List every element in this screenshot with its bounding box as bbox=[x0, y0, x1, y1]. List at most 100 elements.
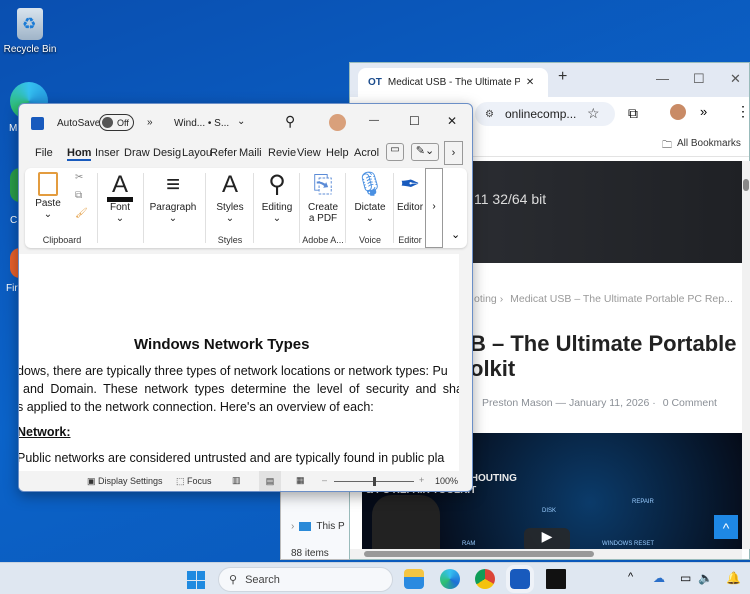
display-settings-button[interactable]: ▣ Display Settings bbox=[87, 476, 163, 487]
paragraph-button[interactable]: ≡ Paragraph ⌄ bbox=[145, 168, 201, 248]
browser-tab[interactable]: OT Medicat USB - The Ultimate Por ✕ bbox=[358, 68, 548, 97]
bookmark-star-icon[interactable]: ☆ bbox=[587, 105, 600, 122]
create-pdf-label: a PDF bbox=[308, 213, 338, 224]
article-title: B – The Ultimate Portable olkit bbox=[470, 331, 737, 381]
close-tab-icon[interactable]: ✕ bbox=[526, 77, 534, 88]
start-button[interactable] bbox=[187, 571, 205, 589]
paragraph-line: Public networks are considered untrusted… bbox=[19, 451, 445, 465]
horizontal-scrollbar[interactable] bbox=[350, 549, 742, 559]
close-button[interactable]: ✕ bbox=[730, 71, 741, 87]
document-title[interactable]: Wind... • S... bbox=[174, 118, 229, 129]
maximize-button[interactable]: ☐ bbox=[409, 114, 420, 128]
nav-this-pc[interactable]: › This P bbox=[291, 521, 345, 532]
cut-icon[interactable]: ✂ bbox=[75, 172, 83, 183]
minimize-button[interactable]: — bbox=[369, 115, 379, 126]
tab-references[interactable]: Refer bbox=[210, 147, 237, 159]
more-commands-icon[interactable]: » bbox=[147, 117, 153, 128]
editing-button[interactable]: ⚲ Editing ⌄ bbox=[255, 168, 299, 248]
search-icon[interactable]: ⚲ bbox=[285, 113, 295, 130]
voice-group: 🎙 Dictate ⌄ Voice bbox=[347, 168, 393, 248]
styles-button[interactable]: A Styles ⌄ bbox=[207, 170, 253, 224]
tab-view[interactable]: View bbox=[297, 147, 321, 159]
network-status-icon[interactable]: ☁ bbox=[653, 571, 665, 585]
play-button-icon[interactable]: ▶ bbox=[524, 528, 570, 549]
print-layout-icon[interactable]: ▤ bbox=[259, 471, 281, 491]
search-box[interactable]: ⚲ Search bbox=[218, 567, 393, 592]
document-page[interactable]: Windows Network Types dows, there are ty… bbox=[19, 254, 459, 472]
editing-mode-button[interactable]: ✎⌄ bbox=[411, 143, 439, 161]
styles-label: Styles bbox=[216, 202, 244, 213]
tab-review[interactable]: Revie bbox=[268, 147, 296, 159]
web-layout-icon[interactable]: ▦ bbox=[296, 475, 305, 486]
collapse-ribbon-icon[interactable]: ⌄ bbox=[451, 228, 460, 241]
desktop-icon-recycle-bin[interactable]: Recycle Bin bbox=[0, 8, 60, 55]
autosave-toggle[interactable]: Off bbox=[99, 114, 134, 131]
show-hidden-icons[interactable]: ^ bbox=[628, 571, 633, 583]
notification-bell-icon[interactable]: 🔔 bbox=[726, 571, 741, 585]
author-link[interactable]: Preston Mason bbox=[482, 397, 553, 409]
editor-button[interactable]: ✒ Editor bbox=[395, 170, 425, 213]
new-tab-button[interactable]: + bbox=[558, 68, 567, 86]
chrome-taskbar-icon[interactable] bbox=[475, 569, 495, 589]
focus-button[interactable]: ⬚ Focus bbox=[176, 476, 212, 487]
site-settings-icon[interactable]: ⚙ bbox=[485, 109, 494, 120]
scroll-tabs-right-button[interactable]: › bbox=[444, 141, 463, 165]
copy-icon[interactable]: ⧉ bbox=[75, 190, 82, 201]
read-mode-icon[interactable]: ▥ bbox=[232, 475, 241, 486]
terminal-taskbar-icon[interactable] bbox=[546, 569, 566, 589]
all-bookmarks-button[interactable]: 🗀 All Bookmarks bbox=[662, 138, 741, 155]
menu-icon[interactable]: ⋮ bbox=[736, 103, 750, 120]
group-label: Clipboard bbox=[42, 235, 82, 245]
scroll-to-top-button[interactable]: ^ bbox=[714, 515, 738, 539]
paste-button[interactable]: Paste ⌄ bbox=[33, 172, 63, 220]
breadcrumb: oting › Medicat USB – The Ultimate Porta… bbox=[474, 293, 733, 305]
comments-link[interactable]: 0 Comment bbox=[663, 397, 717, 409]
word-window[interactable]: AutoSave Off » Wind... • S... ⌄ ⚲ — ☐ ✕ … bbox=[18, 103, 473, 492]
edge-taskbar-icon[interactable] bbox=[440, 569, 460, 589]
paragraph-line: s applied to the network connection. Her… bbox=[19, 400, 374, 414]
tab-insert[interactable]: Inser bbox=[95, 147, 119, 159]
font-button[interactable]: A Font ⌄ bbox=[101, 168, 139, 248]
breadcrumb-link[interactable]: oting bbox=[474, 293, 497, 305]
format-painter-icon[interactable]: 🖌 bbox=[75, 208, 88, 219]
editing-label: Editing bbox=[261, 202, 293, 213]
tab-design[interactable]: Desig bbox=[153, 147, 181, 159]
close-button[interactable]: ✕ bbox=[447, 114, 457, 128]
paragraph-line: and Domain. These network types determin… bbox=[23, 382, 459, 396]
more-tools-icon[interactable]: » bbox=[700, 104, 707, 119]
tab-mailings[interactable]: Maili bbox=[239, 147, 262, 159]
display-icon[interactable]: ▭ bbox=[680, 571, 691, 585]
tab-file[interactable]: File bbox=[35, 147, 53, 159]
desktop-icon-label: Fir bbox=[6, 283, 18, 294]
extensions-icon[interactable]: ⧉ bbox=[628, 105, 638, 122]
ribbon-scroll-right-button[interactable]: › bbox=[425, 168, 443, 248]
comments-button[interactable]: ▭ bbox=[386, 143, 404, 161]
tab-help[interactable]: Help bbox=[326, 147, 349, 159]
tab-home[interactable]: Hom bbox=[67, 147, 92, 161]
post-date: January 11, 2026 bbox=[568, 397, 650, 409]
file-explorer-window[interactable]: › This P 88 items bbox=[280, 490, 360, 560]
profile-avatar[interactable] bbox=[670, 104, 686, 120]
dictate-button[interactable]: 🎙 Dictate ⌄ bbox=[347, 170, 393, 224]
page-banner: 11 32/64 bit bbox=[470, 161, 742, 263]
dictate-label: Dictate bbox=[354, 202, 386, 213]
zoom-slider[interactable] bbox=[334, 477, 414, 486]
tab-acrobat[interactable]: Acrol bbox=[354, 147, 379, 159]
create-pdf-button[interactable]: ⎘ Create a PDF bbox=[301, 170, 345, 224]
tab-draw[interactable]: Draw bbox=[124, 147, 150, 159]
volume-icon[interactable]: 🔈 bbox=[698, 571, 713, 585]
zoom-slider-thumb[interactable] bbox=[373, 477, 376, 486]
chevron-down-icon[interactable]: ⌄ bbox=[237, 116, 245, 127]
zoom-level[interactable]: 100% bbox=[435, 476, 458, 486]
breadcrumb-current: Medicat USB – The Ultimate Portable PC R… bbox=[510, 293, 733, 305]
file-explorer-taskbar-icon[interactable] bbox=[404, 569, 424, 589]
zoom-out-button[interactable]: – bbox=[322, 475, 327, 485]
vertical-scrollbar[interactable] bbox=[742, 161, 750, 549]
word-taskbar-icon[interactable] bbox=[506, 565, 534, 593]
tab-layout[interactable]: Layou bbox=[182, 147, 212, 159]
minimize-button[interactable]: — bbox=[656, 71, 669, 86]
paragraph-label: Paragraph bbox=[149, 202, 197, 213]
user-avatar[interactable] bbox=[329, 114, 346, 131]
zoom-in-button[interactable]: + bbox=[419, 475, 424, 485]
maximize-button[interactable]: ☐ bbox=[693, 71, 705, 87]
